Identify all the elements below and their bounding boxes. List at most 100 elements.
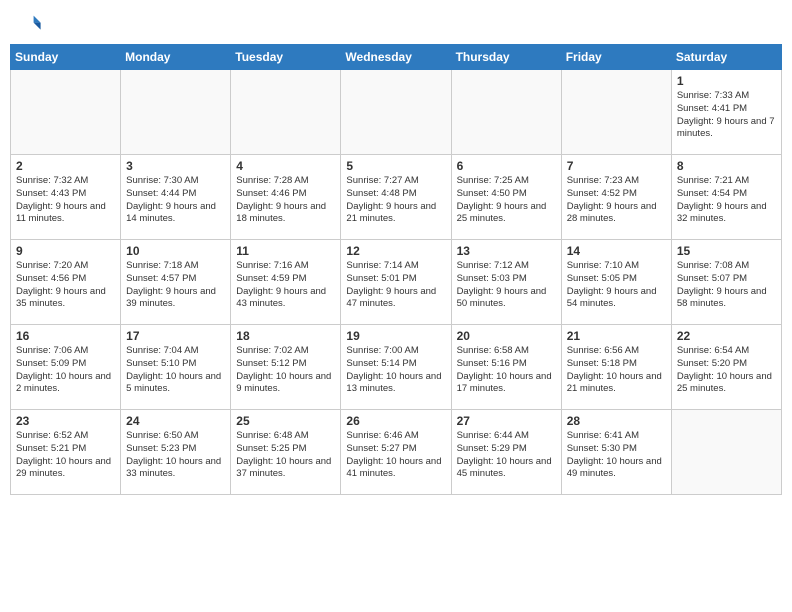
day-number: 3 [126, 159, 225, 173]
calendar-day-cell: 17Sunrise: 7:04 AM Sunset: 5:10 PM Dayli… [121, 325, 231, 410]
calendar-header-row: SundayMondayTuesdayWednesdayThursdayFrid… [11, 45, 782, 70]
day-info: Sunrise: 6:54 AM Sunset: 5:20 PM Dayligh… [677, 345, 776, 396]
day-number: 22 [677, 329, 776, 343]
day-info: Sunrise: 7:33 AM Sunset: 4:41 PM Dayligh… [677, 90, 776, 141]
day-info: Sunrise: 7:21 AM Sunset: 4:54 PM Dayligh… [677, 175, 776, 226]
day-number: 18 [236, 329, 335, 343]
day-info: Sunrise: 7:08 AM Sunset: 5:07 PM Dayligh… [677, 260, 776, 311]
calendar-week-row: 16 Sunrise: 7:06 AM Sunset: 5:09 PM Dayli… [11, 325, 782, 410]
day-info: Sunrise: 7:14 AM Sunset: 5:01 PM Dayligh… [346, 260, 445, 311]
calendar-day-cell: 8Sunrise: 7:21 AM Sunset: 4:54 PM Daylig… [671, 155, 781, 240]
calendar-day-cell [341, 70, 451, 155]
day-info: Sunrise: 6:52 AM Sunset: 5:21 PM Dayligh… [16, 430, 115, 481]
weekday-header: Saturday [671, 45, 781, 70]
calendar-day-cell: 9Sunrise: 7:20 AM Sunset: 4:56 PM Daylig… [11, 240, 121, 325]
day-info: Sunrise: 7:27 AM Sunset: 4:48 PM Dayligh… [346, 175, 445, 226]
calendar-day-cell: 4 Sunrise: 7:28 AM Sunset: 4:46 PM Daylig… [231, 155, 341, 240]
calendar-day-cell: 24Sunrise: 6:50 AM Sunset: 5:23 PM Dayli… [121, 410, 231, 495]
day-info: Sunrise: 6:50 AM Sunset: 5:23 PM Dayligh… [126, 430, 225, 481]
day-info: Sunrise: 7:00 AM Sunset: 5:14 PM Dayligh… [346, 345, 445, 396]
day-number: 15 [677, 244, 776, 258]
day-number: 27 [457, 414, 556, 428]
day-number: 19 [346, 329, 445, 343]
day-number: 16 [16, 329, 115, 343]
day-info: Sunrise: 6:58 AM Sunset: 5:16 PM Dayligh… [457, 345, 556, 396]
calendar-day-cell: 13 Sunrise: 7:12 AM Sunset: 5:03 PM Dayli… [451, 240, 561, 325]
calendar-day-cell: 7 Sunrise: 7:23 AM Sunset: 4:52 PM Daylig… [561, 155, 671, 240]
day-info: Sunrise: 7:02 AM Sunset: 5:12 PM Dayligh… [236, 345, 335, 396]
day-info: Sunrise: 7:28 AM Sunset: 4:46 PM Dayligh… [236, 175, 335, 226]
calendar-day-cell: 5 Sunrise: 7:27 AM Sunset: 4:48 PM Daylig… [341, 155, 451, 240]
calendar-table: SundayMondayTuesdayWednesdayThursdayFrid… [10, 44, 782, 495]
calendar-day-cell: 2 Sunrise: 7:32 AM Sunset: 4:43 PM Daylig… [11, 155, 121, 240]
calendar-day-cell: 19 Sunrise: 7:00 AM Sunset: 5:14 PM Dayli… [341, 325, 451, 410]
calendar-week-row: 23 Sunrise: 6:52 AM Sunset: 5:21 PM Dayli… [11, 410, 782, 495]
day-number: 14 [567, 244, 666, 258]
calendar-day-cell: 18 Sunrise: 7:02 AM Sunset: 5:12 PM Dayli… [231, 325, 341, 410]
day-info: Sunrise: 6:46 AM Sunset: 5:27 PM Dayligh… [346, 430, 445, 481]
day-info: Sunrise: 6:41 AM Sunset: 5:30 PM Dayligh… [567, 430, 666, 481]
day-info: Sunrise: 7:30 AM Sunset: 4:44 PM Dayligh… [126, 175, 225, 226]
day-number: 5 [346, 159, 445, 173]
calendar-day-cell: 22 Sunrise: 6:54 AM Sunset: 5:20 PM Dayli… [671, 325, 781, 410]
calendar-day-cell: 16 Sunrise: 7:06 AM Sunset: 5:09 PM Dayli… [11, 325, 121, 410]
day-info: Sunrise: 7:20 AM Sunset: 4:56 PM Dayligh… [16, 260, 115, 311]
weekday-header: Wednesday [341, 45, 451, 70]
calendar-day-cell: 12 Sunrise: 7:14 AM Sunset: 5:01 PM Dayli… [341, 240, 451, 325]
day-number: 25 [236, 414, 335, 428]
calendar-day-cell [671, 410, 781, 495]
day-number: 20 [457, 329, 556, 343]
logo-icon [14, 10, 42, 38]
day-info: Sunrise: 6:56 AM Sunset: 5:18 PM Dayligh… [567, 345, 666, 396]
page-header [10, 10, 782, 38]
weekday-header: Thursday [451, 45, 561, 70]
day-number: 11 [236, 244, 335, 258]
weekday-header: Monday [121, 45, 231, 70]
calendar-week-row: 2 Sunrise: 7:32 AM Sunset: 4:43 PM Daylig… [11, 155, 782, 240]
day-info: Sunrise: 7:10 AM Sunset: 5:05 PM Dayligh… [567, 260, 666, 311]
calendar-day-cell: 14 Sunrise: 7:10 AM Sunset: 5:05 PM Dayli… [561, 240, 671, 325]
day-number: 7 [567, 159, 666, 173]
day-info: Sunrise: 7:16 AM Sunset: 4:59 PM Dayligh… [236, 260, 335, 311]
calendar-day-cell: 21 Sunrise: 6:56 AM Sunset: 5:18 PM Dayli… [561, 325, 671, 410]
day-number: 6 [457, 159, 556, 173]
calendar-day-cell: 28Sunrise: 6:41 AM Sunset: 5:30 PM Dayli… [561, 410, 671, 495]
day-info: Sunrise: 7:25 AM Sunset: 4:50 PM Dayligh… [457, 175, 556, 226]
calendar-day-cell: 26 Sunrise: 6:46 AM Sunset: 5:27 PM Dayli… [341, 410, 451, 495]
calendar-day-cell: 15 Sunrise: 7:08 AM Sunset: 5:07 PM Dayli… [671, 240, 781, 325]
calendar-day-cell: 25Sunrise: 6:48 AM Sunset: 5:25 PM Dayli… [231, 410, 341, 495]
weekday-header: Sunday [11, 45, 121, 70]
calendar-day-cell: 11 Sunrise: 7:16 AM Sunset: 4:59 PM Dayli… [231, 240, 341, 325]
weekday-header: Tuesday [231, 45, 341, 70]
day-number: 17 [126, 329, 225, 343]
day-number: 2 [16, 159, 115, 173]
calendar-day-cell: 1Sunrise: 7:33 AM Sunset: 4:41 PM Daylig… [671, 70, 781, 155]
calendar-day-cell: 23 Sunrise: 6:52 AM Sunset: 5:21 PM Dayli… [11, 410, 121, 495]
day-info: Sunrise: 7:12 AM Sunset: 5:03 PM Dayligh… [457, 260, 556, 311]
logo [14, 10, 46, 38]
day-info: Sunrise: 7:06 AM Sunset: 5:09 PM Dayligh… [16, 345, 115, 396]
calendar-day-cell [451, 70, 561, 155]
day-number: 13 [457, 244, 556, 258]
day-number: 10 [126, 244, 225, 258]
calendar-day-cell: 6 Sunrise: 7:25 AM Sunset: 4:50 PM Daylig… [451, 155, 561, 240]
day-number: 21 [567, 329, 666, 343]
calendar-day-cell [121, 70, 231, 155]
day-number: 26 [346, 414, 445, 428]
day-number: 12 [346, 244, 445, 258]
day-info: Sunrise: 7:32 AM Sunset: 4:43 PM Dayligh… [16, 175, 115, 226]
calendar-day-cell [561, 70, 671, 155]
day-info: Sunrise: 6:44 AM Sunset: 5:29 PM Dayligh… [457, 430, 556, 481]
calendar-day-cell: 3 Sunrise: 7:30 AM Sunset: 4:44 PM Daylig… [121, 155, 231, 240]
day-info: Sunrise: 7:23 AM Sunset: 4:52 PM Dayligh… [567, 175, 666, 226]
weekday-header: Friday [561, 45, 671, 70]
day-number: 23 [16, 414, 115, 428]
day-number: 4 [236, 159, 335, 173]
calendar-day-cell: 27 Sunrise: 6:44 AM Sunset: 5:29 PM Dayli… [451, 410, 561, 495]
calendar-week-row: 1Sunrise: 7:33 AM Sunset: 4:41 PM Daylig… [11, 70, 782, 155]
calendar-day-cell: 20 Sunrise: 6:58 AM Sunset: 5:16 PM Dayli… [451, 325, 561, 410]
calendar-week-row: 9Sunrise: 7:20 AM Sunset: 4:56 PM Daylig… [11, 240, 782, 325]
day-info: Sunrise: 7:18 AM Sunset: 4:57 PM Dayligh… [126, 260, 225, 311]
calendar-day-cell [231, 70, 341, 155]
calendar-day-cell [11, 70, 121, 155]
